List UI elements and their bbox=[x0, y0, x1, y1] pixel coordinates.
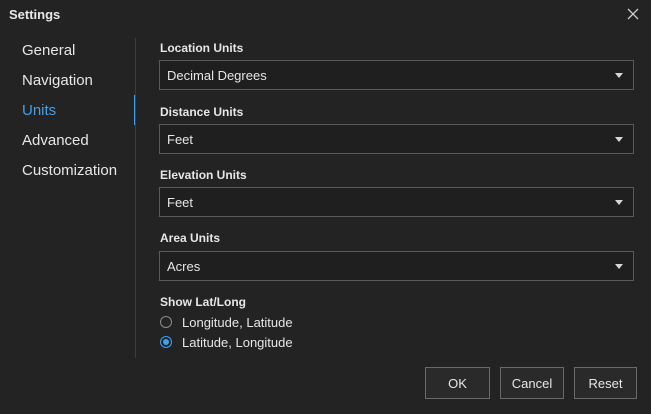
radio-label: Latitude, Longitude bbox=[182, 334, 293, 350]
ok-button[interactable]: OK bbox=[425, 367, 490, 399]
area-units-label: Area Units bbox=[160, 231, 221, 245]
nav-item-customization[interactable]: Customization bbox=[0, 155, 136, 185]
radio-circle-checked[interactable] bbox=[160, 336, 172, 348]
radio-label: Longitude, Latitude bbox=[182, 314, 293, 330]
location-units-label: Location Units bbox=[160, 41, 244, 55]
chevron-down-icon bbox=[615, 200, 623, 205]
nav-item-navigation[interactable]: Navigation bbox=[0, 65, 136, 95]
elevation-units-value: Feet bbox=[167, 194, 194, 210]
reset-button[interactable]: Reset bbox=[574, 367, 637, 399]
chevron-down-icon bbox=[615, 264, 623, 269]
elevation-units-label: Elevation Units bbox=[160, 168, 247, 182]
elevation-units-select[interactable]: Feet bbox=[159, 187, 634, 217]
settings-nav: General Navigation Units Advanced Custom… bbox=[0, 36, 136, 358]
nav-item-general[interactable]: General bbox=[0, 35, 136, 65]
radio-latitude-longitude[interactable]: Latitude, Longitude bbox=[160, 333, 293, 351]
location-units-select[interactable]: Decimal Degrees bbox=[159, 60, 634, 90]
close-button[interactable] bbox=[622, 3, 644, 25]
distance-units-select[interactable]: Feet bbox=[159, 124, 634, 154]
chevron-down-icon bbox=[615, 137, 623, 142]
area-units-select[interactable]: Acres bbox=[159, 251, 634, 281]
radio-circle[interactable] bbox=[160, 316, 172, 328]
dialog-title: Settings bbox=[9, 7, 61, 22]
show-latlong-label: Show Lat/Long bbox=[160, 295, 246, 309]
location-units-value: Decimal Degrees bbox=[167, 67, 267, 83]
chevron-down-icon bbox=[615, 73, 623, 78]
settings-dialog: Settings General Navigation Units Advanc… bbox=[0, 0, 651, 414]
close-icon bbox=[627, 8, 639, 20]
distance-units-value: Feet bbox=[167, 131, 194, 147]
nav-item-advanced[interactable]: Advanced bbox=[0, 125, 136, 155]
radio-longitude-latitude[interactable]: Longitude, Latitude bbox=[160, 313, 293, 331]
distance-units-label: Distance Units bbox=[160, 105, 244, 119]
nav-divider bbox=[135, 38, 136, 358]
area-units-value: Acres bbox=[167, 258, 201, 274]
nav-item-units[interactable]: Units bbox=[0, 95, 136, 125]
cancel-button[interactable]: Cancel bbox=[500, 367, 564, 399]
